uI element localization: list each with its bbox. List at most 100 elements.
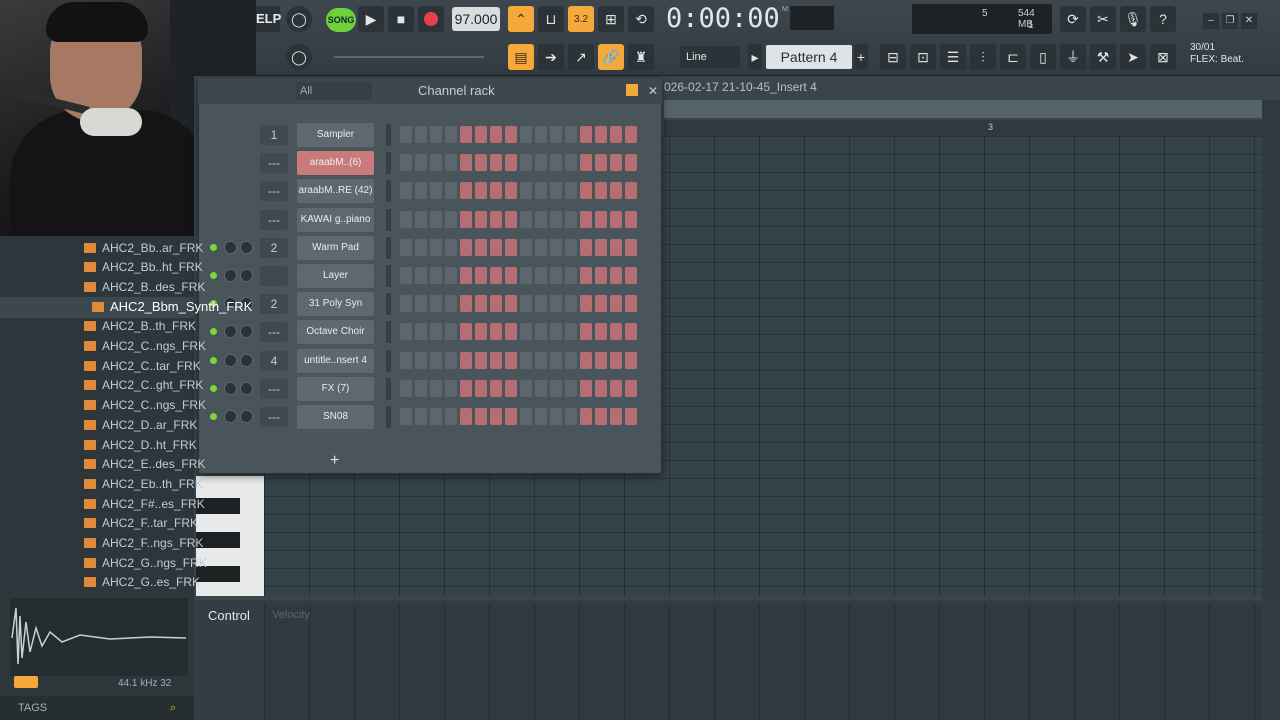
pattern-selector[interactable]: Pattern 4 <box>766 45 852 69</box>
step-button[interactable] <box>535 351 547 369</box>
step-button[interactable] <box>610 323 622 341</box>
step-button[interactable] <box>610 182 622 200</box>
step-button[interactable] <box>625 351 637 369</box>
master-pitch-knob[interactable]: ◯ <box>286 44 312 70</box>
channel-pan-knob[interactable] <box>224 381 237 395</box>
step-button[interactable] <box>505 351 517 369</box>
step-button[interactable] <box>475 351 487 369</box>
channel-pan-knob[interactable] <box>224 325 237 339</box>
step-button[interactable] <box>520 210 532 228</box>
browser-item[interactable]: AHC2_B..th_FRK <box>84 317 196 336</box>
velocity-lane[interactable] <box>264 604 1262 720</box>
link-icon[interactable]: 🔗 <box>598 44 624 70</box>
pattern-add-icon[interactable]: + <box>854 44 868 70</box>
step-button[interactable] <box>460 351 472 369</box>
channel-pan-knob[interactable] <box>224 240 237 254</box>
step-button[interactable] <box>595 379 607 397</box>
browser-item[interactable]: AHC2_Eb..th_FRK <box>84 474 203 493</box>
step-button[interactable] <box>490 126 502 143</box>
step-button[interactable] <box>520 267 532 284</box>
step-button[interactable] <box>490 408 502 425</box>
refresh-icon[interactable]: ⟳ <box>1060 6 1086 32</box>
step-button[interactable] <box>595 267 607 284</box>
mixer-icon[interactable]: ☰ <box>940 44 966 70</box>
step-button[interactable] <box>415 154 427 172</box>
step-button[interactable] <box>400 238 412 256</box>
control-label[interactable]: Control <box>208 608 250 623</box>
step-button[interactable] <box>580 379 592 397</box>
step-button[interactable] <box>520 323 532 341</box>
step-button[interactable] <box>610 238 622 256</box>
step-button[interactable] <box>460 408 472 425</box>
step-button[interactable] <box>580 295 592 313</box>
step-button[interactable] <box>505 323 517 341</box>
step-button[interactable] <box>505 182 517 200</box>
step-button[interactable] <box>625 408 637 425</box>
step-button[interactable] <box>460 238 472 256</box>
step-button[interactable] <box>550 126 562 143</box>
step-button[interactable] <box>400 182 412 200</box>
step-button[interactable] <box>490 182 502 200</box>
step-button[interactable] <box>430 238 442 256</box>
step-button[interactable] <box>625 238 637 256</box>
step-button[interactable] <box>610 408 622 425</box>
wait-for-input-icon[interactable]: ⊔ <box>538 6 564 32</box>
step-button[interactable] <box>535 379 547 397</box>
loop-record-icon[interactable]: ⟲ <box>628 6 654 32</box>
step-button[interactable] <box>505 408 517 425</box>
browser-item[interactable]: AHC2_C..ngs_FRK <box>84 337 206 356</box>
step-button[interactable] <box>430 182 442 200</box>
piano-roll-icon[interactable]: ⊟ <box>880 44 906 70</box>
step-button[interactable] <box>565 351 577 369</box>
step-button[interactable] <box>535 267 547 284</box>
step-button[interactable] <box>550 295 562 313</box>
step-button[interactable] <box>580 323 592 341</box>
step-button[interactable] <box>625 182 637 200</box>
master-volume-knob[interactable]: ◯ <box>286 6 312 32</box>
song-mode-toggle[interactable]: SONG <box>326 8 356 32</box>
browser-icon[interactable]: ⊏ <box>1000 44 1026 70</box>
channel-name-button[interactable]: Sampler <box>297 123 374 147</box>
step-button[interactable] <box>580 351 592 369</box>
channel-pan-knob[interactable] <box>224 353 237 367</box>
record-icon[interactable] <box>418 6 444 32</box>
piano-roll-ruler[interactable]: 3 <box>664 120 1262 136</box>
search-icon[interactable]: ⌕ <box>170 696 176 720</box>
countdown-icon[interactable]: 3.2 <box>568 6 594 32</box>
browser-item[interactable]: AHC2_D..ar_FRK <box>84 415 197 434</box>
channel-name-button[interactable]: Layer <box>297 264 374 288</box>
channel-name-button[interactable]: araabM..(6) <box>297 151 374 176</box>
send-icon[interactable]: ➤ <box>1120 44 1146 70</box>
piano-roll-horizontal-scroll[interactable] <box>664 100 1262 118</box>
browser-item[interactable]: AHC2_G..ngs_FRK <box>84 553 207 572</box>
step-button[interactable] <box>475 408 487 425</box>
master-pitch-slider[interactable] <box>334 56 484 58</box>
step-button[interactable] <box>445 379 457 397</box>
browser-item[interactable]: AHC2_Bb..ar_FRK <box>84 238 203 257</box>
step-button[interactable] <box>520 379 532 397</box>
channel-mixer-route[interactable]: --- <box>260 322 288 343</box>
close-icon[interactable]: ✕ <box>1241 13 1257 29</box>
step-button[interactable] <box>595 126 607 143</box>
plugin-icon[interactable]: ⏚ <box>1060 44 1086 70</box>
step-button[interactable] <box>445 210 457 228</box>
slide-icon[interactable]: ↗ <box>568 44 594 70</box>
metronome-icon[interactable]: ⌃ <box>508 6 534 32</box>
step-button[interactable] <box>625 154 637 172</box>
step-button[interactable] <box>400 323 412 341</box>
channel-select-indicator[interactable] <box>386 406 391 428</box>
mic-icon[interactable]: 🎙 <box>1120 6 1146 32</box>
step-button[interactable] <box>445 126 457 143</box>
channel-volume-knob[interactable] <box>240 240 253 254</box>
folder-icon[interactable] <box>14 676 38 688</box>
step-button[interactable] <box>565 408 577 425</box>
step-button[interactable] <box>595 154 607 172</box>
step-button[interactable] <box>400 210 412 228</box>
step-button[interactable] <box>430 379 442 397</box>
step-button[interactable] <box>550 408 562 425</box>
browser-item[interactable]: AHC2_F..tar_FRK <box>84 514 198 533</box>
step-button[interactable] <box>535 408 547 425</box>
step-button[interactable] <box>415 379 427 397</box>
step-button[interactable] <box>430 154 442 172</box>
channel-mixer-route[interactable]: 4 <box>260 350 288 371</box>
